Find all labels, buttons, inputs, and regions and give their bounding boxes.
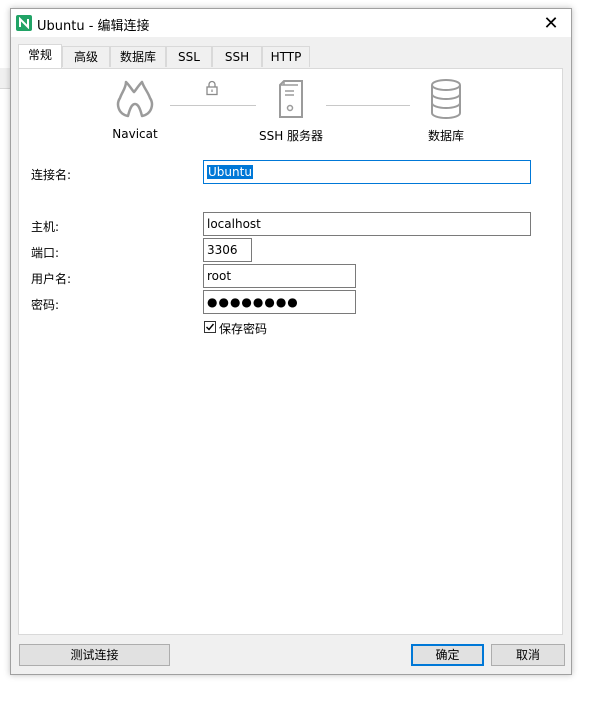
navicat-label: Navicat [112,127,158,141]
tab-general-label: 常规 [27,48,52,62]
tab-database-label: 数据库 [119,50,156,64]
navicat-app-icon [16,15,32,31]
tab-ssl[interactable]: SSL [166,46,212,67]
cancel-button[interactable]: 取消 [491,644,565,666]
host-input[interactable]: localhost [203,212,531,236]
connection-line-right [326,105,410,106]
ok-label: 确定 [435,648,460,662]
connection-line-left [170,105,256,106]
test-connection-button[interactable]: 测试连接 [19,644,170,666]
connection-name-value: Ubuntu [207,165,253,179]
port-input[interactable]: 3306 [203,238,252,262]
ok-button[interactable]: 确定 [411,644,484,666]
password-masked-value: ●●●●●●●● [207,295,299,309]
checkmark-icon [206,323,215,331]
background-app-strip [0,0,607,8]
username-label: 用户名: [31,272,72,286]
tab-advanced-label: 高级 [73,50,98,64]
server-icon [279,80,303,118]
save-password-checkbox[interactable] [204,321,216,333]
tab-advanced[interactable]: 高级 [62,46,110,67]
save-password-label[interactable]: 保存密码 [219,320,267,337]
tab-general[interactable]: 常规 [18,44,62,68]
port-label: 端口: [31,246,60,260]
close-button[interactable]: ✕ [531,9,571,37]
test-connection-label: 测试连接 [70,648,119,662]
tab-http[interactable]: HTTP [262,46,310,67]
background-app-edge [0,68,10,89]
title-bar[interactable]: Ubuntu - 编辑连接 ✕ [11,9,571,37]
database-icon [431,79,461,119]
tab-database[interactable]: 数据库 [110,46,166,67]
connection-name-input[interactable]: Ubuntu [203,160,531,184]
host-label: 主机: [31,220,60,234]
username-input[interactable]: root [203,264,356,288]
database-label: 数据库 [427,129,464,143]
general-tab-panel: Navicat SSH 服务器 数据库 连接名: Ubuntu 主机: loca… [18,68,563,635]
tab-ssh[interactable]: SSH [212,46,262,67]
edit-connection-dialog: Ubuntu - 编辑连接 ✕ 常规 高级 数据库 SSL SSH HTTP N… [10,8,572,675]
close-icon: ✕ [543,12,559,34]
window-title: Ubuntu - 编辑连接 [37,19,150,34]
cancel-label: 取消 [515,648,540,662]
navicat-logo-icon [116,80,154,118]
password-label: 密码: [31,298,60,312]
lock-icon [206,80,218,96]
connection-name-label: 连接名: [31,168,72,182]
password-input[interactable]: ●●●●●●●● [203,290,356,314]
tab-ssh-label: SSH [224,50,250,64]
tab-http-label: HTTP [270,50,302,64]
ssh-server-label: SSH 服务器 [258,129,324,143]
tab-ssl-label: SSL [178,50,200,64]
